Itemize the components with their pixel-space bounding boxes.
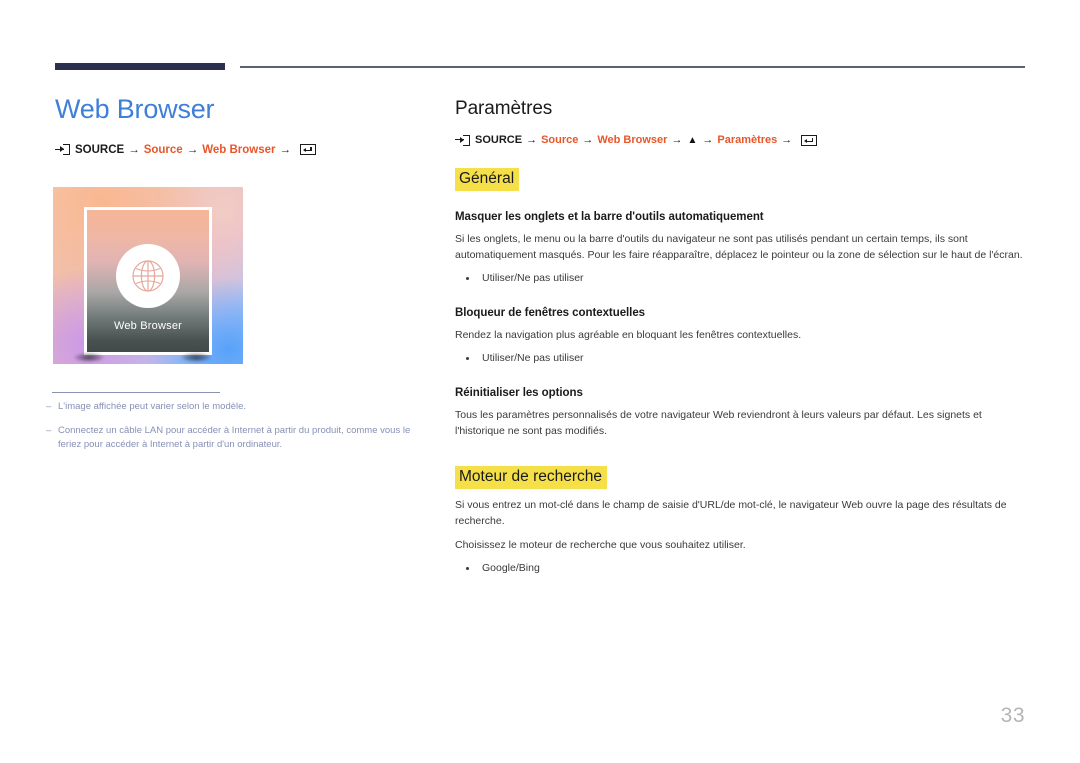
- setting-heading: Bloqueur de fenêtres contextuelles: [455, 307, 646, 320]
- breadcrumb-item-parametres: Paramètres: [717, 134, 778, 146]
- setting-body: Si les onglets, le menu ou la barre d'ou…: [455, 232, 1023, 262]
- breadcrumb-source-label: SOURCE: [75, 143, 125, 156]
- group-heading-search-engine: Moteur de recherche: [455, 465, 608, 489]
- breadcrumb-arrow: →: [671, 134, 683, 146]
- search-body-2: Choisissez le moteur de recherche que vo…: [455, 539, 746, 552]
- footnote-item: – Connectez un câble LAN pour accéder à …: [46, 424, 426, 453]
- breadcrumb-arrow: →: [186, 143, 199, 156]
- setting-block: Bloqueur de fenêtres contextuelles Rende…: [455, 307, 1025, 367]
- product-thumbnail: Web Browser: [53, 187, 243, 364]
- search-options: Google/Bing: [455, 560, 1025, 577]
- group-search-engine: Moteur de recherche Si vous entrez un mo…: [455, 465, 1025, 577]
- footnote-item: – L'image affichée peut varier selon le …: [46, 400, 426, 415]
- option-item: Utiliser/Ne pas utiliser: [455, 270, 1025, 287]
- breadcrumb-arrow: →: [279, 143, 291, 156]
- globe-icon: [116, 244, 180, 308]
- header-rule-thin: [240, 66, 1025, 68]
- breadcrumb-source-label: SOURCE: [475, 134, 523, 146]
- left-column: Web Browser SOURCE → Source → Web Browse…: [55, 94, 435, 156]
- footnotes: – L'image affichée peut varier selon le …: [46, 400, 426, 462]
- setting-options: Utiliser/Ne pas utiliser: [455, 350, 1025, 367]
- breadcrumb-item-source: Source: [143, 143, 183, 156]
- option-item: Google/Bing: [455, 560, 1025, 577]
- stand-shadow-left: [74, 353, 104, 362]
- stand-shadow-right: [181, 353, 211, 362]
- display-screen: Web Browser: [84, 207, 212, 355]
- group-general: Général Masquer les onglets et la barre …: [455, 146, 1025, 440]
- page-number: 33: [1000, 704, 1025, 727]
- footnote-text: Connectez un câble LAN pour accéder à In…: [58, 424, 411, 451]
- manual-page: Web Browser SOURCE → Source → Web Browse…: [0, 0, 1080, 763]
- breadcrumb-arrow: →: [582, 134, 594, 146]
- breadcrumb-right: SOURCE → Source → Web Browser → ▲ → Para…: [455, 134, 1025, 146]
- source-input-icon: [55, 144, 70, 156]
- breadcrumb-arrow: →: [128, 143, 140, 156]
- up-triangle-icon: ▲: [687, 134, 698, 146]
- breadcrumb-item-source: Source: [541, 134, 579, 146]
- breadcrumb-arrow: →: [526, 134, 538, 146]
- breadcrumb-arrow: →: [781, 134, 793, 146]
- footnote-text: L'image affichée peut varier selon le mo…: [58, 401, 247, 412]
- section-title: Paramètres: [455, 98, 553, 119]
- screen-label: Web Browser: [113, 320, 183, 332]
- right-column: Paramètres SOURCE → Source → Web Browser…: [455, 98, 1025, 577]
- footnote-dash: –: [46, 424, 52, 436]
- setting-block: Réinitialiser les options Tous les param…: [455, 387, 1025, 440]
- breadcrumb-arrow: →: [702, 134, 714, 146]
- setting-heading: Réinitialiser les options: [455, 387, 583, 400]
- setting-block: Masquer les onglets et la barre d'outils…: [455, 211, 1025, 287]
- source-input-icon: [455, 134, 470, 146]
- footnote-dash: –: [46, 401, 52, 412]
- search-body-1: Si vous entrez un mot-clé dans le champ …: [455, 498, 1007, 527]
- enter-key-icon: [299, 144, 316, 156]
- setting-heading: Masquer les onglets et la barre d'outils…: [455, 210, 764, 223]
- setting-options: Utiliser/Ne pas utiliser: [455, 270, 1025, 287]
- chapter-title: Web Browser: [55, 94, 215, 124]
- breadcrumb-item-web-browser: Web Browser: [597, 134, 668, 146]
- setting-body: Rendez la navigation plus agréable en bl…: [455, 329, 802, 342]
- group-heading-general: Général: [455, 168, 520, 191]
- header-rule-thick: [55, 63, 225, 70]
- setting-body: Tous les paramètres personnalisés de vot…: [455, 409, 982, 438]
- breadcrumb-left: SOURCE → Source → Web Browser →: [55, 144, 435, 156]
- enter-key-icon: [801, 134, 818, 146]
- option-item: Utiliser/Ne pas utiliser: [455, 350, 1025, 367]
- notes-divider: [52, 392, 220, 394]
- breadcrumb-item-web-browser: Web Browser: [202, 143, 276, 156]
